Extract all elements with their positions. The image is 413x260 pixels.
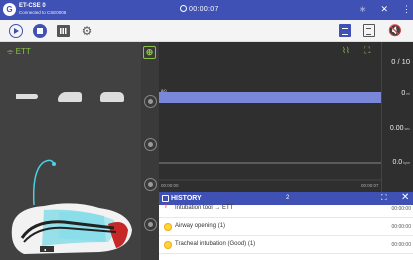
wave-icon[interactable]: ⌇⌇ — [342, 46, 350, 55]
check-circle-icon — [164, 241, 172, 249]
history-text: Tracheal intubation (Good) (1) — [175, 241, 256, 247]
history-panel: HISTORY 2 ⛶ ✕ ⚕ Intubation tool → ETT 00… — [159, 192, 413, 260]
session-timer: 00:00:07 — [180, 5, 219, 13]
volume-off-icon[interactable]: 🔇 — [388, 24, 402, 38]
gear-icon[interactable]: ⚙ — [80, 24, 94, 38]
connection-status: Connected to CSE0005 — [19, 10, 67, 15]
check-circle-icon — [164, 223, 172, 231]
airway-icon[interactable] — [144, 178, 157, 191]
stomach-icon[interactable] — [144, 138, 157, 151]
lung-icon[interactable] — [144, 95, 157, 108]
count-value: 0 / 10 — [391, 57, 410, 66]
app-logo-icon: G — [3, 3, 16, 16]
svg-text:∎: ∎ — [44, 247, 47, 252]
volume-value: 0ml — [401, 90, 410, 97]
procedure-label: ⌯ ETT — [7, 47, 31, 56]
laryngoscope-icon[interactable] — [58, 92, 82, 102]
history-time: 00:00:00 — [391, 223, 411, 230]
timer-value: 00:00:07 — [189, 6, 219, 13]
procedure-panel: ⌯ ETT ∎ — [0, 42, 141, 260]
chart-icon[interactable] — [57, 25, 70, 37]
time-axis-end: 00:00:07 — [361, 183, 379, 188]
history-text: Airway opening (1) — [175, 223, 226, 229]
ett-tube-icon[interactable] — [100, 92, 124, 102]
pressure-bar — [159, 92, 381, 103]
app-header: G ET-CSE 0 Connected to CSE0005 00:00:07… — [0, 0, 413, 20]
close-icon[interactable]: ✕ — [380, 4, 388, 15]
app-title: ET-CSE 0 — [19, 3, 46, 9]
play-button[interactable] — [9, 24, 23, 38]
clipboard-icon[interactable] — [363, 24, 375, 37]
history-row[interactable]: Airway opening (1) 00:00:00 — [159, 218, 413, 236]
airway-illustration: ∎ — [11, 159, 132, 254]
add-tool-button[interactable]: ⊕ — [143, 46, 156, 59]
history-row[interactable]: Tracheal intubation (Good) (1) 00:00:00 — [159, 236, 413, 254]
history-text: Intubation tool → ETT — [175, 205, 234, 211]
duration-value: 0.00sec — [389, 125, 410, 132]
monitor-chart: ⌇⌇ ⛶ 8/0 00:00:00 00:00:07 — [159, 42, 381, 192]
time-axis-start: 00:00:00 — [161, 183, 179, 188]
fullscreen-icon[interactable]: ⛶ — [364, 45, 370, 56]
more-vert-icon[interactable]: ⋮ — [402, 4, 411, 15]
document-icon[interactable] — [339, 24, 351, 37]
tool-icon: ⚕ — [164, 203, 168, 210]
toolbar: ⚙ 🔇 — [0, 20, 413, 42]
teeth-icon[interactable] — [144, 218, 157, 231]
clock-icon — [180, 5, 187, 12]
history-time: 00:00:00 — [391, 205, 411, 212]
bar-label: 8/0 — [161, 88, 167, 93]
stop-button[interactable] — [33, 24, 47, 38]
rate-value: 0.0bpm — [392, 159, 410, 166]
history-time: 00:00:00 — [391, 241, 411, 248]
bluetooth-icon[interactable]: ∗ — [359, 4, 367, 15]
laryngoscope-blade-icon[interactable] — [16, 94, 38, 99]
values-panel: 0 / 10 0ml 0.00sec 0.0bpm — [381, 42, 413, 192]
chart-canvas — [159, 92, 381, 181]
history-row[interactable]: ⚕ Intubation tool → ETT 00:00:00 — [159, 200, 413, 218]
